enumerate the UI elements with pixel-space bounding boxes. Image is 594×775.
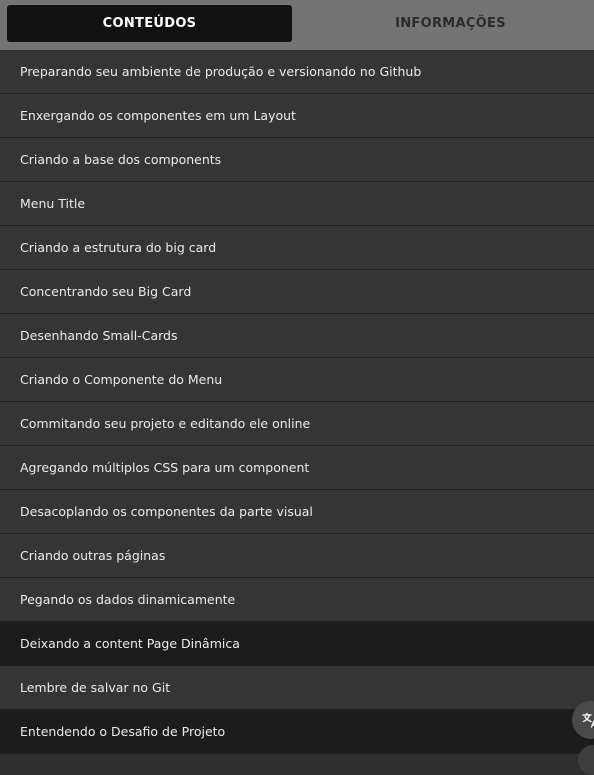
lesson-list: Preparando seu ambiente de produção e ve… bbox=[0, 50, 594, 754]
lesson-item[interactable]: Concentrando seu Big Card bbox=[0, 270, 594, 314]
tab-information[interactable]: INFORMAÇÕES bbox=[302, 5, 594, 42]
lesson-item[interactable]: Criando a base dos components bbox=[0, 138, 594, 182]
lesson-item[interactable]: Preparando seu ambiente de produção e ve… bbox=[0, 50, 594, 94]
lesson-item[interactable]: Desenhando Small-Cards bbox=[0, 314, 594, 358]
lesson-item[interactable]: Menu Title bbox=[0, 182, 594, 226]
lesson-item[interactable]: Commitando seu projeto e editando ele on… bbox=[0, 402, 594, 446]
lesson-item[interactable]: Entendendo o Desafio de Projeto bbox=[0, 710, 594, 754]
tab-contents[interactable]: CONTEÚDOS bbox=[7, 5, 292, 42]
lesson-item[interactable]: Agregando múltiplos CSS para um componen… bbox=[0, 446, 594, 490]
lesson-item[interactable]: Criando o Componente do Menu bbox=[0, 358, 594, 402]
lesson-item[interactable]: Enxergando os componentes em um Layout bbox=[0, 94, 594, 138]
lesson-item[interactable]: Criando a estrutura do big card bbox=[0, 226, 594, 270]
lesson-item[interactable]: Lembre de salvar no Git bbox=[0, 666, 594, 710]
lesson-item[interactable]: Criando outras páginas bbox=[0, 534, 594, 578]
translate-icon bbox=[582, 712, 594, 728]
lesson-item[interactable]: Pegando os dados dinamicamente bbox=[0, 578, 594, 622]
tab-bar: CONTEÚDOS INFORMAÇÕES bbox=[0, 0, 594, 50]
lesson-item[interactable]: Desacoplando os componentes da parte vis… bbox=[0, 490, 594, 534]
lesson-item[interactable]: Deixando a content Page Dinâmica bbox=[0, 622, 594, 666]
